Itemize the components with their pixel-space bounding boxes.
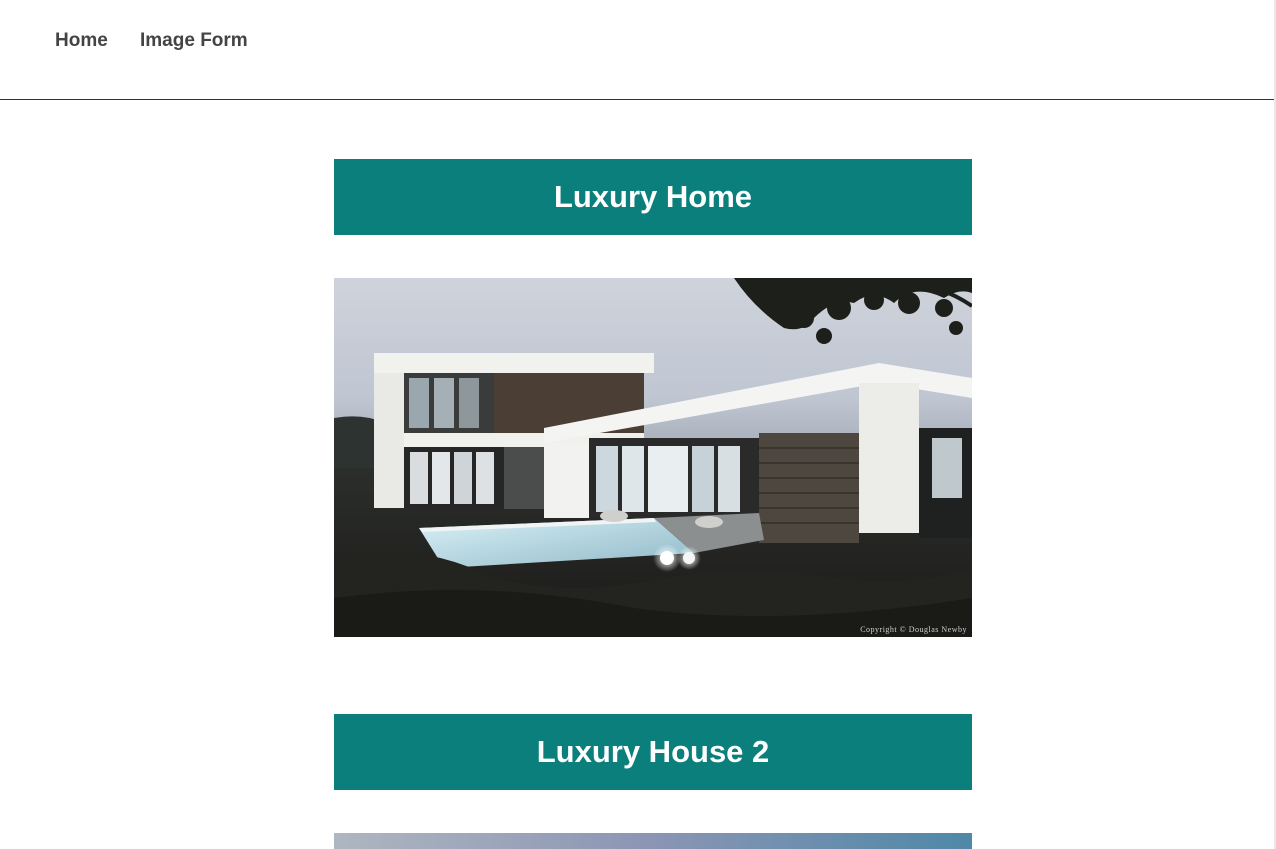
listing-title: Luxury Home — [334, 159, 972, 235]
photo-copyright: Copyright © Douglas Newby — [860, 625, 967, 634]
nav-link-image-form[interactable]: Image Form — [140, 29, 248, 53]
top-navigation: Home Image Form — [0, 0, 1274, 100]
nav-link-home[interactable]: Home — [55, 29, 108, 53]
listing-photo — [334, 833, 972, 849]
listing-title: Luxury House 2 — [334, 714, 972, 790]
listing-photo: Copyright © Douglas Newby — [334, 278, 972, 637]
page: Home Image Form Luxury Home Copyright © … — [0, 0, 1276, 849]
